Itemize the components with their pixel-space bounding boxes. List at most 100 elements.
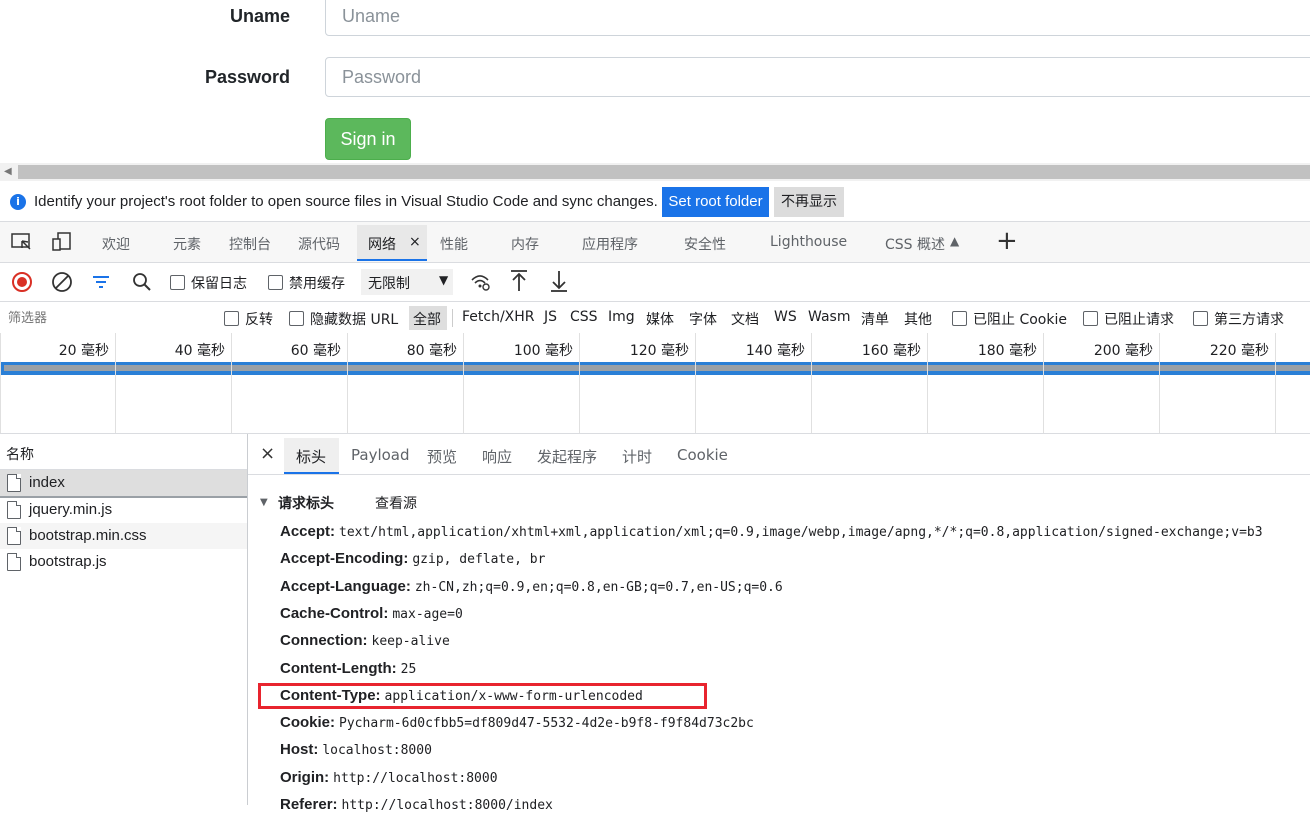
tab-cookies[interactable]: Cookie <box>677 446 728 464</box>
filter-type-fetch-xhr[interactable]: Fetch/XHR <box>462 309 535 325</box>
timeline-tick-label: 80 毫秒 <box>406 343 457 359</box>
content-type-highlight-box <box>258 683 707 709</box>
close-icon[interactable]: × <box>260 443 275 464</box>
filter-type-wasm[interactable]: Wasm <box>808 309 850 325</box>
document-icon <box>7 474 21 492</box>
network-overview-timeline[interactable]: 20 毫秒 40 毫秒 60 毫秒 80 毫秒 100 毫秒 120 毫秒 140 毫秒 16… <box>0 333 1310 434</box>
tab-memory[interactable]: 内存 <box>511 234 539 254</box>
tab-preview[interactable]: 预览 <box>427 446 457 467</box>
tab-initiator[interactable]: 发起程序 <box>537 446 597 467</box>
tab-lighthouse[interactable]: Lighthouse <box>770 234 847 250</box>
timeline-gridline <box>0 333 1 433</box>
document-icon <box>7 501 21 519</box>
timeline-tick-label: 40 毫秒 <box>174 343 225 359</box>
scrollbar-thumb[interactable] <box>18 165 1310 179</box>
dont-show-again-button[interactable]: 不再显示 <box>774 187 844 217</box>
sign-in-button[interactable]: Sign in <box>325 118 411 160</box>
close-icon[interactable]: × <box>409 234 421 250</box>
preserve-log-checkbox[interactable]: 保留日志 <box>170 273 247 293</box>
blocked-requests-checkbox[interactable]: 已阻止请求 <box>1083 309 1174 329</box>
timeline-tick-label: 120 毫秒 <box>629 343 689 359</box>
preserve-log-label: 保留日志 <box>191 276 247 292</box>
name-column-header[interactable]: 名称 <box>0 434 247 470</box>
timeline-activity-bar <box>0 362 1310 375</box>
tab-performance[interactable]: 性能 <box>440 234 468 254</box>
request-row[interactable]: jquery.min.js <box>0 497 247 523</box>
filter-type-ws[interactable]: WS <box>774 309 797 325</box>
tab-security[interactable]: 安全性 <box>684 234 726 254</box>
header-value: http://localhost:8000 <box>333 771 498 786</box>
request-row[interactable]: bootstrap.js <box>0 549 247 575</box>
header-name: Accept-Language: <box>280 578 411 595</box>
hide-data-urls-checkbox[interactable]: 隐藏数据 URL <box>289 309 398 329</box>
filter-type-other[interactable]: 其他 <box>904 309 932 329</box>
tab-network[interactable]: 网络 <box>368 234 396 254</box>
checkbox-box[interactable] <box>1193 311 1208 326</box>
filter-type-media[interactable]: 媒体 <box>646 309 674 329</box>
tab-application[interactable]: 应用程序 <box>582 234 638 254</box>
filter-type-doc[interactable]: 文档 <box>731 309 759 329</box>
request-list-panel: 名称 index jquery.min.js bootstrap.min.css… <box>0 434 248 805</box>
filter-type-all[interactable]: 全部 <box>413 309 441 329</box>
search-icon[interactable] <box>131 271 153 297</box>
third-party-checkbox[interactable]: 第三方请求 <box>1193 309 1284 329</box>
filter-input[interactable] <box>0 304 206 331</box>
tab-response[interactable]: 响应 <box>482 446 512 467</box>
throttling-select[interactable]: 无限制 ▼ <box>361 269 453 295</box>
tab-payload[interactable]: Payload <box>351 446 410 464</box>
filter-type-js[interactable]: JS <box>544 309 557 325</box>
checkbox-box[interactable] <box>952 311 967 326</box>
tab-headers[interactable]: 标头 <box>296 446 326 467</box>
header-row: Host: localhost:8000 <box>280 741 432 758</box>
tab-timing[interactable]: 计时 <box>622 446 652 467</box>
checkbox-box[interactable] <box>289 311 304 326</box>
export-har-icon[interactable] <box>549 269 569 297</box>
add-tab-icon[interactable]: + <box>996 226 1018 256</box>
filter-type-font[interactable]: 字体 <box>689 309 717 329</box>
checkbox-box[interactable] <box>268 275 283 290</box>
inspect-element-icon[interactable] <box>11 232 33 257</box>
tab-sources[interactable]: 源代码 <box>298 234 340 254</box>
checkbox-box[interactable] <box>170 275 185 290</box>
page-horizontal-scrollbar[interactable]: ◀ <box>0 163 1310 181</box>
throttling-value: 无限制 <box>368 276 410 292</box>
set-root-folder-button[interactable]: Set root folder <box>662 187 769 217</box>
import-har-icon[interactable] <box>509 269 529 297</box>
scroll-left-arrow-icon[interactable]: ◀ <box>4 166 12 177</box>
device-toolbar-icon[interactable] <box>51 232 73 257</box>
checkbox-box[interactable] <box>1083 311 1098 326</box>
request-row[interactable]: index <box>0 470 247 498</box>
checkbox-box[interactable] <box>224 311 239 326</box>
record-icon[interactable] <box>11 271 33 297</box>
request-headers-title[interactable]: 请求标头 <box>278 493 334 513</box>
filter-divider <box>452 309 453 327</box>
tab-welcome[interactable]: 欢迎 <box>102 234 130 254</box>
network-conditions-icon[interactable] <box>469 271 491 297</box>
tab-css-overview[interactable]: CSS 概述 <box>885 234 945 254</box>
filter-icon[interactable] <box>91 272 111 296</box>
third-party-label: 第三方请求 <box>1214 312 1284 328</box>
timeline-tick-label: 180 毫秒 <box>977 343 1037 359</box>
filter-type-img[interactable]: Img <box>608 309 635 325</box>
view-source-link[interactable]: 查看源 <box>375 493 417 513</box>
request-row[interactable]: bootstrap.min.css <box>0 523 247 549</box>
request-name: index <box>29 474 65 491</box>
timeline-bar-fill <box>4 365 1310 371</box>
clear-icon[interactable] <box>51 271 73 297</box>
document-icon <box>7 527 21 545</box>
tab-elements[interactable]: 元素 <box>173 234 201 254</box>
blocked-cookies-checkbox[interactable]: 已阻止 Cookie <box>952 309 1067 329</box>
filter-type-css[interactable]: CSS <box>570 309 598 325</box>
invert-checkbox[interactable]: 反转 <box>224 309 273 329</box>
hide-data-urls-label: 隐藏数据 URL <box>310 312 399 328</box>
tab-console[interactable]: 控制台 <box>229 234 271 254</box>
request-name: bootstrap.js <box>29 553 107 570</box>
disable-cache-checkbox[interactable]: 禁用缓存 <box>268 273 345 293</box>
filter-type-manifest[interactable]: 清单 <box>861 309 889 329</box>
uname-input[interactable] <box>325 0 1310 36</box>
header-row: Cookie: Pycharm-6d0cfbb5=df809d47-5532-4d… <box>280 714 754 731</box>
uname-label: Uname <box>229 6 290 26</box>
header-value: text/html,application/xhtml+xml,applicat… <box>339 525 1263 540</box>
password-input[interactable] <box>325 57 1310 97</box>
collapse-triangle-icon[interactable]: ▼ <box>260 497 268 508</box>
